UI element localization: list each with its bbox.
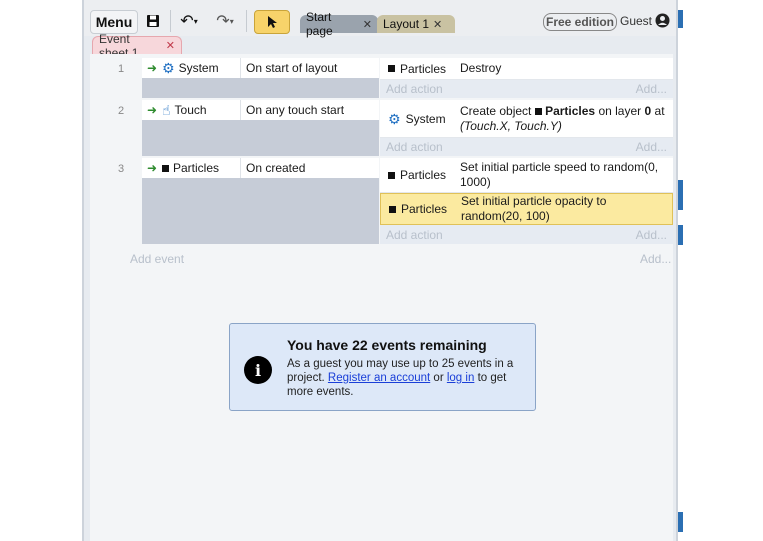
- add-action-row[interactable]: Add action Add...: [380, 138, 673, 156]
- condition-object-name: Particles: [173, 161, 220, 175]
- notice-body: As a guest you may use up to 25 events i…: [287, 357, 527, 399]
- condition-object: ☝ Touch: [162, 103, 240, 117]
- action-object-name: Particles: [401, 202, 448, 216]
- action-object-name: System: [405, 111, 446, 126]
- action-object: Particles: [380, 168, 456, 182]
- event-2-actions: ⚙ System Create object Particles on layer…: [380, 100, 673, 156]
- pointer-tool-icon[interactable]: [254, 10, 290, 34]
- close-icon[interactable]: ✕: [433, 18, 442, 31]
- right-edge-marker: [678, 10, 683, 28]
- event-number: 3: [118, 163, 125, 175]
- condition-text: On any touch start: [240, 100, 379, 120]
- tab-start-page[interactable]: Start page ✕: [300, 10, 378, 38]
- main-toolbar: Menu ↶ ▾ ↷ ▾ Start page ✕ Layout 1 ✕ Free …: [84, 0, 676, 38]
- tab-label: Start page: [306, 10, 333, 38]
- gear-icon: ⚙: [388, 110, 401, 127]
- notice-title: You have 22 events remaining: [287, 337, 487, 353]
- add-action-link[interactable]: Add action: [386, 82, 443, 96]
- event-3-actions: Particles Set initial particle speed to …: [380, 158, 673, 244]
- add-more-link[interactable]: Add...: [636, 228, 667, 242]
- condition-text: On start of layout: [240, 58, 379, 78]
- action-text-part: Create object: [460, 103, 532, 118]
- trigger-arrow-icon: ➜: [146, 61, 158, 75]
- trigger-arrow-icon: ➜: [146, 161, 158, 175]
- event-2-conditions[interactable]: ➜ ☝ Touch On any touch start: [142, 100, 379, 156]
- user-avatar-icon[interactable]: [655, 13, 670, 28]
- square-icon: [388, 171, 395, 179]
- redo-icon[interactable]: ↷ ▾: [210, 10, 240, 32]
- square-icon: [534, 107, 542, 115]
- toolbar-separator: [246, 10, 247, 32]
- action-object: ⚙ System: [380, 112, 456, 126]
- save-icon[interactable]: [142, 10, 164, 32]
- square-icon: [389, 205, 396, 213]
- add-action-link[interactable]: Add action: [386, 140, 443, 154]
- action-row-selected[interactable]: Particles Set initial particle opacity t…: [380, 193, 673, 225]
- event-number: 1: [118, 63, 125, 75]
- condition-row[interactable]: ➜ ☝ Touch On any touch start: [142, 100, 379, 120]
- tab-event-sheet-1[interactable]: Event sheet 1 ✕: [92, 32, 182, 60]
- action-text-layer: 0: [644, 103, 652, 118]
- action-object-name: Particles: [400, 168, 447, 182]
- event-1-conditions[interactable]: ➜ ⚙ System On start of layout: [142, 58, 379, 98]
- free-edition-badge[interactable]: Free edition: [543, 13, 617, 31]
- condition-object-name: Touch: [174, 103, 207, 117]
- square-icon: [388, 65, 395, 72]
- trigger-arrow-icon: ➜: [146, 103, 158, 117]
- add-event-link[interactable]: Add event: [130, 252, 184, 266]
- add-action-row[interactable]: Add action Add...: [380, 80, 673, 98]
- action-object-name: Particles: [400, 61, 447, 76]
- construct-editor-window: Menu ↶ ▾ ↷ ▾ Start page ✕ Layout 1 ✕ Free …: [82, 0, 678, 541]
- action-text: Set initial particle speed to random(0, …: [460, 160, 659, 189]
- add-action-link[interactable]: Add action: [386, 228, 443, 242]
- event-3-conditions[interactable]: ➜ Particles On created: [142, 158, 379, 244]
- action-object: Particles: [380, 62, 456, 76]
- add-more-link[interactable]: Add...: [636, 82, 667, 96]
- action-row[interactable]: Particles Set initial particle speed to …: [380, 158, 673, 193]
- action-text: Create object Particles on layer 0 at (To…: [456, 102, 673, 136]
- toolbar-separator: [170, 10, 171, 32]
- action-text-coords: (Touch.X, Touch.Y): [460, 118, 562, 133]
- menu-button[interactable]: Menu: [90, 10, 138, 34]
- hand-icon: ☝: [162, 102, 171, 118]
- condition-object-name: System: [178, 61, 219, 75]
- add-action-row[interactable]: Add action Add...: [380, 226, 673, 244]
- close-icon[interactable]: ✕: [166, 39, 175, 52]
- action-text: Destroy: [460, 61, 502, 75]
- action-row[interactable]: Particles Destroy: [380, 58, 673, 80]
- log-in-link[interactable]: log in: [447, 372, 475, 384]
- event-number: 2: [118, 105, 125, 117]
- notice-text: or: [433, 372, 444, 384]
- register-account-link[interactable]: Register an account: [328, 372, 430, 384]
- condition-row[interactable]: ➜ Particles On created: [142, 158, 379, 178]
- gear-icon: ⚙: [162, 60, 175, 76]
- action-text-part: at: [654, 103, 665, 118]
- square-icon: [162, 164, 169, 172]
- user-name[interactable]: Guest: [620, 14, 652, 28]
- action-row[interactable]: ⚙ System Create object Particles on layer…: [380, 100, 673, 138]
- condition-object: ⚙ System: [162, 61, 240, 75]
- condition-row[interactable]: ➜ ⚙ System On start of layout: [142, 58, 379, 78]
- action-object: Particles: [381, 202, 457, 216]
- right-edge-marker: [678, 180, 683, 210]
- event-1-actions: Particles Destroy Add action Add...: [380, 58, 673, 98]
- action-text-part: on layer: [598, 103, 642, 118]
- tab-label: Layout 1: [383, 17, 430, 31]
- add-more-link[interactable]: Add...: [636, 140, 667, 154]
- action-text-object: Particles: [545, 103, 596, 118]
- events-remaining-notice: i You have 22 events remaining As a gues…: [229, 323, 536, 411]
- condition-object: Particles: [162, 161, 240, 175]
- event-sheet: 1 ➜ ⚙ System On start of layout Particle…: [90, 54, 673, 541]
- info-icon: i: [244, 356, 272, 384]
- right-edge-marker: [678, 512, 683, 532]
- tab-layout-1[interactable]: Layout 1 ✕: [377, 15, 455, 33]
- close-icon[interactable]: ✕: [363, 18, 372, 31]
- condition-text: On created: [240, 158, 379, 178]
- undo-icon[interactable]: ↶ ▾: [174, 10, 204, 32]
- right-edge-marker: [678, 225, 683, 245]
- add-more-link[interactable]: Add...: [640, 252, 671, 266]
- action-text: Set initial particle opacity to random(2…: [461, 194, 607, 223]
